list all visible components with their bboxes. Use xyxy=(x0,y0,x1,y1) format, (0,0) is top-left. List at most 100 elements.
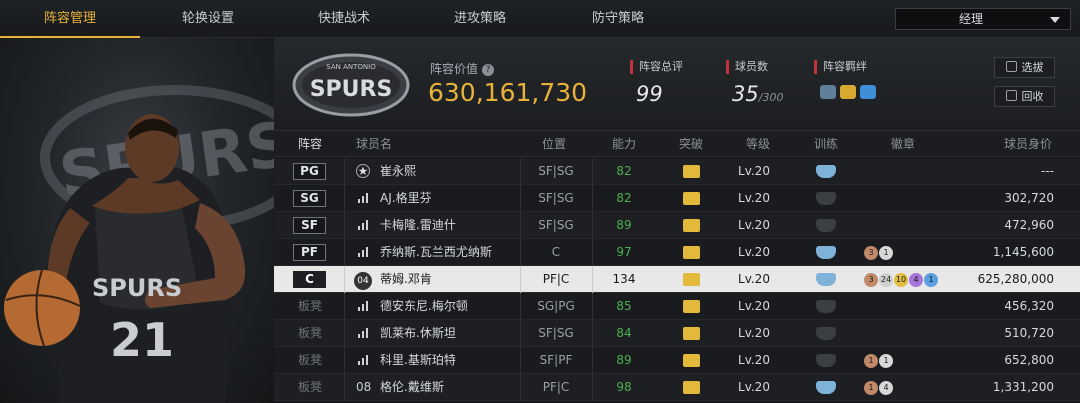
tab-rotation-settings[interactable]: 轮换设置 xyxy=(140,0,276,38)
jersey-number: 21 xyxy=(110,313,174,367)
badge-icon[interactable]: 3 xyxy=(864,245,878,260)
table-row[interactable]: 板凳 08 格伦.戴维斯 PF|C 98 Lv.20 1 4 1,331,200 xyxy=(274,374,1080,401)
table-row[interactable]: SG AJ.格里芬 SF|SG 82 Lv.20 302,720 xyxy=(274,185,1080,212)
player-name[interactable]: AJ.格里芬 xyxy=(380,185,432,212)
breakthrough-crown-icon[interactable] xyxy=(683,219,700,232)
table-row[interactable]: 板凳 德安东尼.梅尔顿 SG|PG 85 Lv.20 456,320 xyxy=(274,293,1080,320)
player-ability: 82 xyxy=(616,191,632,205)
logo-text: SPURS xyxy=(310,77,393,102)
badge-icon[interactable]: 1 xyxy=(864,380,878,395)
player-name[interactable]: 格伦.戴维斯 xyxy=(380,374,444,401)
badge-icon[interactable]: 4 xyxy=(879,380,893,395)
breakthrough-crown-icon[interactable] xyxy=(683,192,700,205)
slot-badge: PG xyxy=(293,163,326,180)
star-icon xyxy=(356,164,370,178)
player-level: Lv.20 xyxy=(738,353,770,367)
slot-bench: 板凳 xyxy=(298,380,323,394)
badge-icon[interactable]: 4 xyxy=(909,272,923,287)
tab-lineup-management[interactable]: 阵容管理 xyxy=(0,0,140,38)
chemistry-icon-3[interactable] xyxy=(860,85,876,99)
spurs-logo: SAN ANTONIO SPURS xyxy=(292,53,410,117)
table-row[interactable]: 板凳 科里.基斯珀特 SF|PF 89 Lv.20 1 1 652,800 xyxy=(274,347,1080,374)
table-row[interactable]: 板凳 凯莱布.休斯坦 SF|SG 84 Lv.20 510,720 xyxy=(274,320,1080,347)
player-position: C xyxy=(551,245,561,259)
signal-icon xyxy=(358,328,368,338)
player-name[interactable]: 蒂姆.邓肯 xyxy=(380,266,432,293)
player-name[interactable]: 乔纳斯.瓦兰西尤纳斯 xyxy=(380,239,492,266)
training-shield-icon[interactable] xyxy=(816,273,836,286)
player-name[interactable]: 凯莱布.休斯坦 xyxy=(380,320,456,347)
breakthrough-crown-icon[interactable] xyxy=(683,165,700,178)
training-shield-icon[interactable] xyxy=(816,327,836,340)
training-shield-icon[interactable] xyxy=(816,246,836,259)
training-shield-icon[interactable] xyxy=(816,354,836,367)
chemistry-icons xyxy=(820,84,880,103)
slot-badge: SF xyxy=(293,217,326,234)
player-ability: 84 xyxy=(616,326,632,340)
training-shield-icon[interactable] xyxy=(816,165,836,178)
training-shield-icon[interactable] xyxy=(816,381,836,394)
badge-list: 14 xyxy=(864,374,964,401)
table-row[interactable]: SF 卡梅隆.雷迪什 SF|SG 89 Lv.20 472,960 xyxy=(274,212,1080,239)
player-name[interactable]: 崔永熙 xyxy=(380,158,416,185)
table-row[interactable]: C 04 蒂姆.邓肯 PF|C 134 Lv.20 3 24 10 4 1 625,280,000 xyxy=(274,266,1080,293)
col-level: 等级 xyxy=(746,137,771,151)
breakthrough-crown-icon[interactable] xyxy=(683,246,700,259)
signal-icon xyxy=(358,247,368,257)
player-ability: 98 xyxy=(616,380,632,394)
player-name[interactable]: 科里.基斯珀特 xyxy=(380,347,456,374)
badge-icon[interactable]: 1 xyxy=(879,353,893,368)
signal-icon xyxy=(358,355,368,365)
breakthrough-crown-icon[interactable] xyxy=(683,300,700,313)
table-row[interactable]: PG 崔永熙 SF|SG 82 Lv.20 --- xyxy=(274,158,1080,185)
breakthrough-crown-icon[interactable] xyxy=(683,354,700,367)
badge-icon[interactable]: 1 xyxy=(924,272,938,287)
tab-offense-strategy[interactable]: 进攻策略 xyxy=(412,0,548,38)
breakthrough-crown-icon[interactable] xyxy=(683,273,700,286)
chemistry-icon-1[interactable] xyxy=(820,85,836,99)
lineup-value-label: 阵容价值? xyxy=(430,60,495,77)
badge-icon[interactable]: 1 xyxy=(879,245,893,260)
badge-list xyxy=(864,320,964,347)
player-position: SF|SG xyxy=(538,164,574,178)
badge-icon[interactable]: 1 xyxy=(864,353,878,368)
player-position: PF|C xyxy=(542,380,570,394)
player-price: 1,331,200 xyxy=(992,380,1054,394)
player-name[interactable]: 德安东尼.梅尔顿 xyxy=(380,293,468,320)
table-row[interactable]: PF 乔纳斯.瓦兰西尤纳斯 C 97 Lv.20 3 1 1,145,600 xyxy=(274,239,1080,266)
player-ability: 89 xyxy=(616,353,632,367)
player-price: 302,720 xyxy=(1004,191,1054,205)
mode-dropdown[interactable]: 经理 xyxy=(895,8,1071,30)
player-name[interactable]: 卡梅隆.雷迪什 xyxy=(380,212,456,239)
player-level: Lv.20 xyxy=(738,191,770,205)
signal-icon xyxy=(358,193,368,203)
hero-player-illustration: SPURS SPURS 21 xyxy=(4,85,274,403)
slot-bench: 板凳 xyxy=(298,353,323,367)
training-shield-icon[interactable] xyxy=(816,219,836,232)
training-shield-icon[interactable] xyxy=(816,192,836,205)
jersey-number: 08 xyxy=(356,380,372,394)
badge-icon[interactable]: 3 xyxy=(864,272,878,287)
help-icon[interactable]: ? xyxy=(482,63,495,76)
col-training: 训练 xyxy=(814,137,839,151)
tab-quick-tactics[interactable]: 快捷战术 xyxy=(276,0,412,38)
player-price: 456,320 xyxy=(1004,299,1054,313)
col-player-name: 球员名 xyxy=(356,137,393,151)
recycle-button[interactable]: 回收 xyxy=(994,86,1055,107)
team-summary-header: SAN ANTONIO SPURS 阵容价值? 630,161,730 阵容总评… xyxy=(274,38,1080,130)
breakthrough-crown-icon[interactable] xyxy=(683,327,700,340)
tab-defense-strategy[interactable]: 防守策略 xyxy=(548,0,688,38)
col-price: 球员身价 xyxy=(1004,137,1053,151)
training-shield-icon[interactable] xyxy=(816,300,836,313)
signal-icon xyxy=(358,220,368,230)
breakthrough-crown-icon[interactable] xyxy=(683,381,700,394)
badge-icon[interactable]: 24 xyxy=(879,272,893,287)
player-price: 1,145,600 xyxy=(992,245,1054,259)
chemistry-icon-2[interactable] xyxy=(840,85,856,99)
player-price: 625,280,000 xyxy=(977,272,1054,286)
slot-badge: C xyxy=(293,271,326,288)
player-ability: 82 xyxy=(616,164,632,178)
badge-icon[interactable]: 10 xyxy=(894,272,908,287)
select-button[interactable]: 选拔 xyxy=(994,57,1055,78)
player-ability: 134 xyxy=(612,272,636,286)
